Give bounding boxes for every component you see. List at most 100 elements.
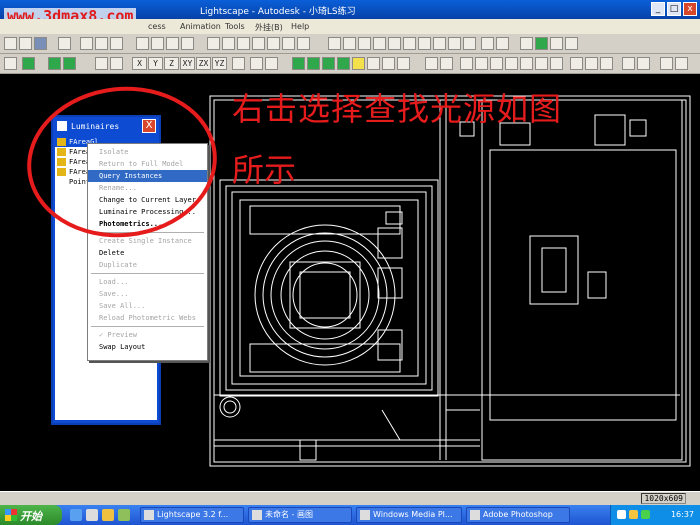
axis-xy-button[interactable]: XY [180, 57, 195, 70]
folder-icon[interactable] [102, 509, 114, 521]
menu-item-create-single-instance[interactable]: Create Single Instance [88, 235, 207, 247]
orbit-icon[interactable] [181, 37, 194, 50]
material-3-icon[interactable] [322, 57, 335, 70]
document-add-icon[interactable] [550, 57, 563, 70]
frame-icon[interactable] [496, 37, 509, 50]
texture-icon[interactable] [367, 57, 380, 70]
help-icon[interactable] [110, 37, 123, 50]
tree-edit-icon[interactable] [637, 57, 650, 70]
material-4-icon[interactable] [337, 57, 350, 70]
menu-item-save[interactable]: Save... [88, 288, 207, 300]
pick-layer-icon[interactable] [520, 57, 533, 70]
shaded-cube-icon[interactable] [63, 57, 76, 70]
media-icon[interactable] [86, 509, 98, 521]
cube-view-2-icon[interactable] [237, 37, 250, 50]
axis-z-button[interactable]: Z [164, 57, 179, 70]
material-1-icon[interactable] [292, 57, 305, 70]
cube-view-1-icon[interactable] [222, 37, 235, 50]
pick-add-icon[interactable] [475, 57, 488, 70]
layers-icon[interactable] [520, 37, 533, 50]
camera-icon[interactable] [550, 37, 563, 50]
rotate-tool-icon[interactable] [110, 57, 123, 70]
pick-toggle-icon[interactable] [505, 57, 518, 70]
snap-settings-icon[interactable] [250, 57, 263, 70]
pick-remove-icon[interactable] [490, 57, 503, 70]
surface-icon[interactable] [382, 57, 395, 70]
tray-icon-2[interactable] [629, 510, 638, 519]
render-icon[interactable] [535, 37, 548, 50]
axis-zx-button[interactable]: ZX [196, 57, 211, 70]
tray-icon-1[interactable] [617, 510, 626, 519]
material-2-icon[interactable] [307, 57, 320, 70]
cube-view-4-icon[interactable] [267, 37, 280, 50]
menu-item-tools[interactable]: Tools [225, 22, 245, 31]
taskbar-item-paint[interactable]: 未命名 - 画图 [248, 507, 352, 523]
zoom-out-icon[interactable] [373, 37, 386, 50]
pointer-icon[interactable] [425, 57, 438, 70]
menu-item-cess[interactable]: cess [148, 22, 166, 31]
menu-item-animation[interactable]: Animation [180, 22, 221, 31]
figure-icon[interactable] [166, 37, 179, 50]
menu-item-save-all[interactable]: Save All... [88, 300, 207, 312]
menu-item-photometrics[interactable]: Photometrics... [88, 218, 207, 230]
select-all-icon[interactable] [4, 57, 17, 70]
minimize-button[interactable]: _ [651, 2, 665, 16]
luminaires-close-button[interactable]: X [142, 119, 156, 133]
zoom-window-icon[interactable] [343, 37, 356, 50]
open-file-icon[interactable] [19, 37, 32, 50]
light-icon[interactable] [352, 57, 365, 70]
menu-item-delete[interactable]: Delete [88, 247, 207, 259]
menu-item-query-instances[interactable]: Query Instances [88, 170, 207, 182]
close-button[interactable]: x [683, 2, 697, 16]
save-icon[interactable] [34, 37, 47, 50]
menu-item-isolate[interactable]: Isolate [88, 146, 207, 158]
pick-icon[interactable] [460, 57, 473, 70]
zoom-extents-icon[interactable] [388, 37, 401, 50]
axis-yz-button[interactable]: YZ [212, 57, 227, 70]
cube-view-6-icon[interactable] [297, 37, 310, 50]
taskbar-item-photoshop[interactable]: Adobe Photoshop [466, 507, 570, 523]
cursor-1-icon[interactable] [570, 57, 583, 70]
pin-icon[interactable] [207, 37, 220, 50]
tray-icon-3[interactable] [641, 510, 650, 519]
grid-icon[interactable] [265, 57, 278, 70]
axis-x-button[interactable]: X [132, 57, 147, 70]
start-button[interactable]: 开始 [0, 505, 62, 525]
menu-item-luminaire-processing[interactable]: Luminaire Processing... [88, 206, 207, 218]
settings-icon[interactable] [565, 37, 578, 50]
tree-icon[interactable] [622, 57, 635, 70]
menu-item-load[interactable]: Load... [88, 276, 207, 288]
menu-item-swap-layout[interactable]: Swap Layout [88, 341, 207, 353]
zoom-icon[interactable] [328, 37, 341, 50]
axis-y-button[interactable]: Y [148, 57, 163, 70]
menu-item-reload-photometric-webs[interactable]: Reload Photometric Webs [88, 312, 207, 324]
taskbar-item-media-player[interactable]: Windows Media Pl... [356, 507, 462, 523]
zoom-region-icon[interactable] [481, 37, 494, 50]
select-mode-icon[interactable] [136, 37, 149, 50]
align-icon[interactable] [232, 57, 245, 70]
restore-button[interactable]: □ [667, 2, 681, 16]
menu-item-preview[interactable]: ✓ Preview [88, 329, 207, 341]
new-file-icon[interactable] [4, 37, 17, 50]
add-point-icon[interactable] [660, 57, 673, 70]
solid-cube-icon[interactable] [48, 57, 61, 70]
menu-item-rename[interactable]: Rename... [88, 182, 207, 194]
menu-item-return-full-model[interactable]: Return to Full Model [88, 158, 207, 170]
menu-item-help[interactable]: Help [291, 22, 309, 31]
pan-icon[interactable] [403, 37, 416, 50]
display-mode-icon[interactable] [22, 57, 35, 70]
menu-item-change-layer[interactable]: Change to Current Layer [88, 194, 207, 206]
cursor-3-icon[interactable] [600, 57, 613, 70]
zoom-in-icon[interactable] [358, 37, 371, 50]
tilt-icon[interactable] [448, 37, 461, 50]
taskbar-item-lightscape[interactable]: Lightscape 3.2 f... [140, 507, 244, 523]
ie-icon[interactable] [70, 509, 82, 521]
desktop-icon[interactable] [118, 509, 130, 521]
move-icon[interactable] [418, 37, 431, 50]
cube-view-5-icon[interactable] [282, 37, 295, 50]
cube-view-3-icon[interactable] [252, 37, 265, 50]
undo-icon[interactable] [58, 37, 71, 50]
snap-icon[interactable] [95, 57, 108, 70]
menu-item-plugins[interactable]: 外挂(B) [255, 22, 283, 33]
print-preview-icon[interactable] [95, 37, 108, 50]
